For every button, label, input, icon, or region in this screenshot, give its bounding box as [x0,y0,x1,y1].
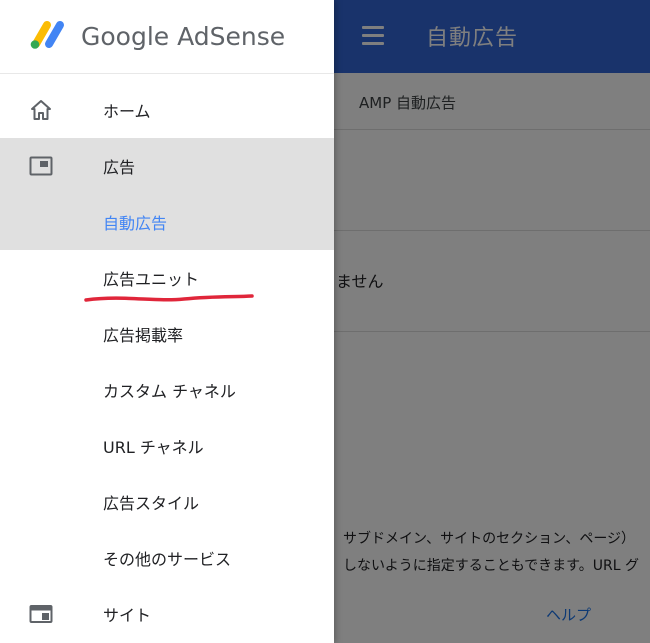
nav-item-ad-coverage[interactable]: 広告掲載率 [0,306,334,362]
nav-item-url-channels[interactable]: URL チャネル [0,418,334,474]
nav-item-label: サイト [103,606,152,625]
adsense-logo-icon [30,21,64,49]
nav-item-label: 広告掲載率 [103,326,184,345]
nav-item-label: 広告スタイル [103,494,200,513]
nav-item-ads[interactable]: 広告 [0,138,334,194]
nav-item-ad-styles[interactable]: 広告スタイル [0,474,334,530]
home-icon [31,100,51,120]
ads-icon [29,156,53,176]
nav-item-custom-channels[interactable]: カスタム チャネル [0,362,334,418]
nav-item-label: 広告 [103,158,136,177]
nav-item-home[interactable]: ホーム [0,82,334,138]
nav-item-label: その他のサービス [103,550,232,569]
nav-item-label: 広告ユニット [103,270,200,289]
sites-icon [29,605,53,623]
nav-item-other-services[interactable]: その他のサービス [0,530,334,586]
nav-item-label: URL チャネル [103,438,204,457]
drawer-header: Google AdSense [0,0,334,74]
nav-item-sites[interactable]: サイト [0,586,334,642]
nav-item-auto-ads[interactable]: 自動広告 [0,194,334,250]
nav-item-label: 自動広告 [103,214,168,233]
brand-name: Google AdSense [81,22,286,51]
nav-item-label: カスタム チャネル [103,382,236,401]
navigation-drawer: Google AdSense ホーム 広告 自動広告 広告ユニット 広告掲載率 … [0,0,334,643]
nav-item-label: ホーム [103,102,151,121]
